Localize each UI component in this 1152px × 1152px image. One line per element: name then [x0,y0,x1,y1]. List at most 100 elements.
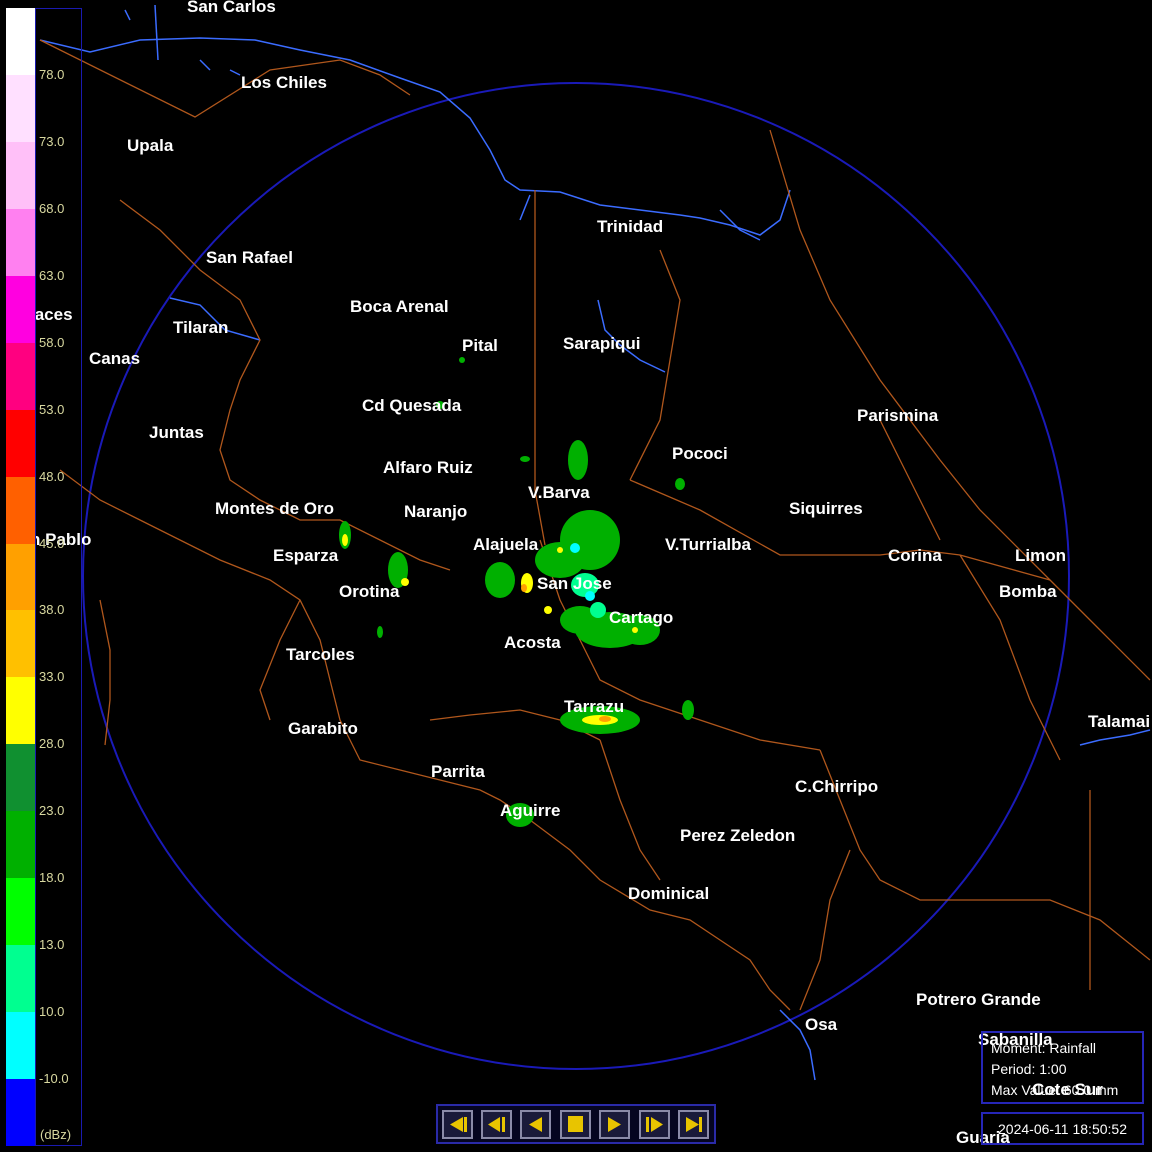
place-label: Tilaran [173,318,228,337]
play-reverse-icon [529,1117,542,1132]
step-back-button[interactable] [481,1110,512,1139]
place-label: Bomba [999,582,1057,601]
scale-tick-label: 38.0 [39,602,65,618]
place-label: Limon [1015,546,1066,565]
scale-tick-label: 63.0 [39,267,65,283]
scale-tick-label: 73.0 [39,133,65,149]
place-label: Tarrazu [564,697,624,716]
scale-tick-label: 13.0 [39,937,65,953]
radar-map: San Carlos Los Chiles Upala Trinidad San… [29,0,1151,1147]
place-label: Aguirre [500,801,560,820]
place-label: Parrita [431,762,485,781]
place-label: Tarcoles [286,645,355,664]
scale-color-segment [6,409,35,477]
step-forward-icon [646,1117,663,1132]
place-label: San Carlos [187,0,276,16]
scale-color-segment [6,342,35,410]
place-label: Alfaro Ruiz [383,458,473,477]
place-labels: San Carlos Los Chiles Upala Trinidad San… [29,0,1150,1147]
scale-color-segment [6,74,35,142]
place-label: Juntas [149,423,204,442]
scale-tick-label: 10.0 [39,1004,65,1020]
scale-tick-label: 68.0 [39,200,65,216]
place-label: Cartago [609,608,673,627]
period-label: Period: 1:00 [991,1061,1067,1077]
scale-tick-label: 45.0 [39,535,65,551]
timestamp-box: 2024-06-11 18:50:52 [981,1112,1144,1145]
place-label: Naranjo [404,502,467,521]
place-label: Parismina [857,406,939,425]
dbz-color-scale [6,8,35,1147]
scale-tick-label: 33.0 [39,669,65,685]
first-frame-button[interactable] [442,1110,473,1139]
place-label: Potrero Grande [916,990,1041,1009]
step-forward-button[interactable] [639,1110,670,1139]
play-icon [608,1117,621,1132]
place-label: Pococi [672,444,728,463]
max-value-label: Max Value: 60.0 mm [991,1082,1119,1098]
place-label: V.Turrialba [665,535,752,554]
radar-viewer: San Carlos Los Chiles Upala Trinidad San… [0,0,1152,1152]
place-label: Esparza [273,546,339,565]
scale-tick-label: -10.0 [39,1071,69,1087]
place-label: V.Barva [528,483,590,502]
scale-color-segment [6,610,35,678]
scale-tick-label: 48.0 [39,468,65,484]
step-back-icon [488,1117,505,1132]
skip-to-start-icon [450,1117,467,1132]
stop-button[interactable] [560,1110,591,1139]
scale-color-segment [6,476,35,544]
place-label: Pital [462,336,498,355]
scale-tick-label: 18.0 [39,870,65,886]
dbz-scale-frame [35,8,82,1146]
place-label: Dominical [628,884,709,903]
scale-tick-label: 53.0 [39,401,65,417]
scale-color-segment [6,677,35,745]
place-label: Corina [888,546,942,565]
scale-color-segment [6,141,35,209]
scale-color-segment [6,744,35,812]
dbz-unit-label: (dBz) [40,1127,72,1142]
timestamp: 2024-06-11 18:50:52 [998,1121,1127,1137]
scale-tick-label: 23.0 [39,803,65,819]
place-label: Orotina [339,582,400,601]
place-label: Talamai [1088,712,1150,731]
scale-color-segment [6,208,35,276]
scale-color-segment [6,1079,35,1147]
place-label: Upala [127,136,174,155]
place-label: Siquirres [789,499,863,518]
place-label: Sarapiqui [563,334,640,353]
animation-controls [436,1104,716,1144]
place-label: Osa [805,1015,838,1034]
scale-tick-label: 58.0 [39,334,65,350]
scale-color-segment [6,275,35,343]
place-label: Acosta [504,633,561,652]
place-label: C.Chirripo [795,777,878,796]
place-label: San Rafael [206,248,293,267]
product-info-box: Moment: Rainfall Period: 1:00 Max Value:… [981,1031,1144,1104]
place-label: Garabito [288,719,358,738]
moment-label: Moment: Rainfall [991,1040,1097,1056]
scale-tick-label: 28.0 [39,736,65,752]
place-label: Alajuela [473,535,539,554]
last-frame-button[interactable] [678,1110,709,1139]
scale-color-segment [6,1012,35,1080]
place-label: Montes de Oro [215,499,334,518]
place-label: Trinidad [597,217,663,236]
scale-tick-label: 78.0 [39,66,65,82]
scale-color-segment [6,878,35,946]
place-label: San Jose [537,574,612,593]
place-label: Cd Quesada [362,396,462,415]
scale-color-segment [6,543,35,611]
place-label: Canas [89,349,140,368]
scale-color-segment [6,811,35,879]
stop-icon [568,1116,583,1132]
place-label: Perez Zeledon [680,826,795,845]
scale-color-segment [6,945,35,1013]
place-label: Boca Arenal [350,297,449,316]
play-reverse-button[interactable] [520,1110,551,1139]
skip-to-end-icon [686,1117,702,1132]
place-label: Los Chiles [241,73,327,92]
scale-color-segment [6,8,35,75]
play-forward-button[interactable] [599,1110,630,1139]
